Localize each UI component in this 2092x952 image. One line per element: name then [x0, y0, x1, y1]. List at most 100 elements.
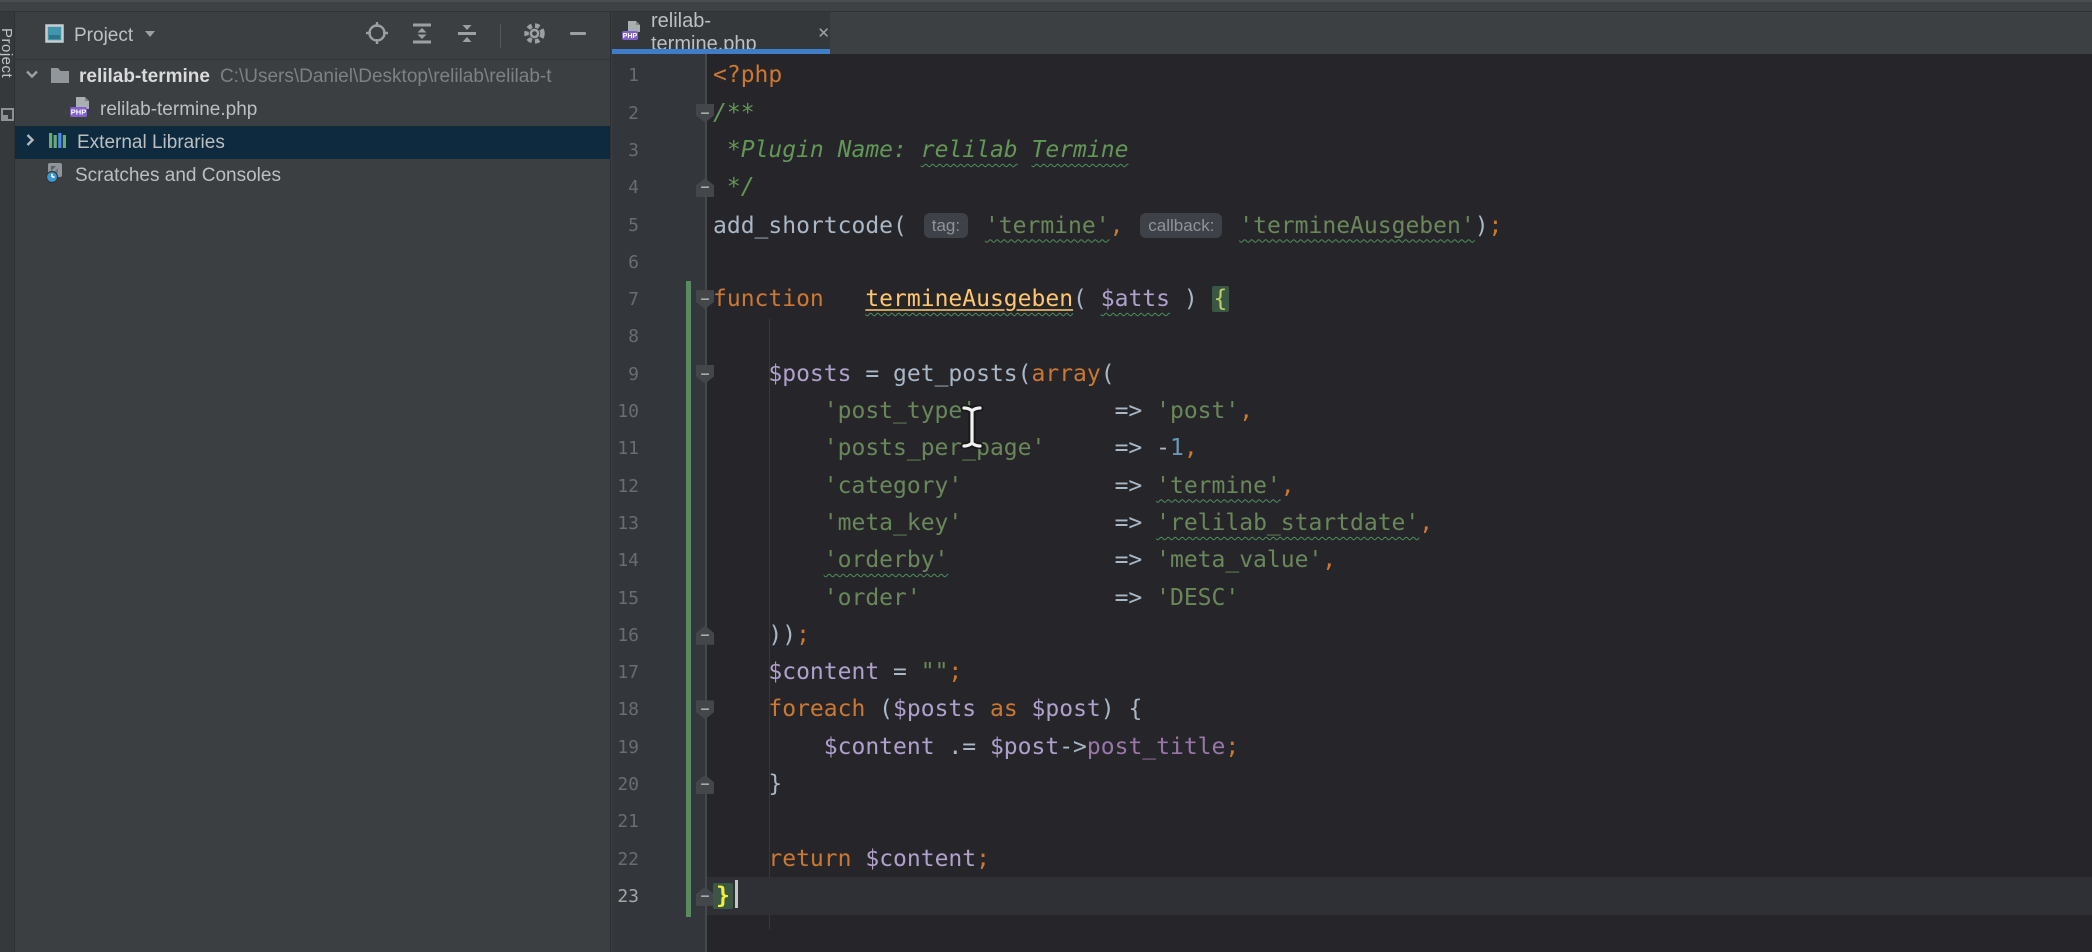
line-number[interactable]: 14 [612, 542, 639, 579]
line-number[interactable]: 12 [612, 468, 639, 505]
chevron-down-icon[interactable] [142, 25, 158, 46]
chevron-expanded-icon[interactable] [21, 63, 43, 91]
line-number[interactable]: 23 [612, 878, 639, 915]
code-text: 'category' => 'termine', [713, 468, 1295, 505]
code-text: <?php [713, 57, 782, 94]
fold-start-marker[interactable]: – [696, 700, 714, 719]
project-panel: Project [15, 12, 611, 952]
line-number[interactable]: 4 [612, 169, 639, 206]
code-line[interactable]: 22 return $content; [612, 841, 2092, 878]
project-panel-title[interactable]: Project [74, 25, 133, 47]
svg-text:PHP: PHP [623, 33, 638, 40]
expand-all-icon[interactable] [410, 21, 434, 50]
parameter-hint: callback: [1140, 213, 1222, 238]
code-line[interactable]: 8 [612, 318, 2092, 355]
line-number[interactable]: 1 [612, 57, 639, 94]
tree-item-label: Scratches and Consoles [75, 165, 281, 187]
fold-end-marker[interactable]: – [696, 775, 714, 794]
line-number[interactable]: 8 [612, 318, 639, 355]
line-number[interactable]: 19 [612, 729, 639, 766]
code-line[interactable]: 2–/** [612, 95, 2092, 132]
code-line[interactable]: 18 – foreach ($posts as $post) { [612, 691, 2092, 728]
code-text: 'meta_key' => 'relilab_startdate', [713, 505, 1433, 542]
line-number[interactable]: 5 [612, 207, 639, 244]
tool-window-icon [45, 24, 64, 48]
chevron-collapsed-icon[interactable] [19, 129, 41, 157]
code-line[interactable]: 4 – */ [612, 169, 2092, 206]
settings-gear-icon[interactable] [522, 21, 547, 51]
line-number[interactable]: 2 [612, 95, 639, 132]
code-line[interactable]: 23 –} [612, 878, 2092, 915]
fold-start-marker[interactable]: – [696, 104, 714, 123]
parameter-hint: tag: [924, 213, 968, 238]
fold-start-marker[interactable]: – [696, 290, 714, 309]
code-line[interactable]: 10 'post_type' => 'post', [612, 393, 2092, 430]
hide-panel-icon[interactable] [568, 23, 588, 48]
project-panel-header: Project [15, 12, 610, 60]
fold-end-marker[interactable]: – [696, 626, 714, 645]
code-line[interactable]: 5 add_shortcode( tag: 'termine', callback… [612, 207, 2092, 244]
tree-item-label: External Libraries [77, 132, 225, 154]
code-text: $content = ""; [713, 654, 962, 691]
code-line[interactable]: 9– $posts = get_posts(array( [612, 356, 2092, 393]
code-line[interactable]: 20 – } [612, 766, 2092, 803]
tree-item-php-file[interactable]: PHP relilab-termine.php [15, 93, 610, 126]
line-number[interactable]: 18 [612, 691, 639, 728]
toolbar-divider [500, 24, 501, 48]
code-text: */ [713, 169, 755, 206]
code-text: foreach ($posts as $post) { [713, 691, 1142, 728]
code-line[interactable]: 21 [612, 803, 2092, 840]
editor-area: PHP relilab-termine.php ✕ 1<?php2–/**3 *… [612, 12, 2092, 952]
scratches-icon [44, 161, 67, 190]
line-number[interactable]: 13 [612, 505, 639, 542]
code-text: add_shortcode( tag: 'termine', callback:… [713, 207, 1502, 245]
code-line[interactable]: 13 'meta_key' => 'relilab_startdate', [612, 505, 2092, 542]
editor-tab-bar: PHP relilab-termine.php ✕ [612, 12, 2092, 54]
line-number[interactable]: 17 [612, 654, 639, 691]
code-line[interactable]: 14 'orderby' => 'meta_value', [612, 542, 2092, 579]
line-number[interactable]: 21 [612, 803, 639, 840]
code-text: } [713, 766, 782, 803]
tree-item-external-libraries[interactable]: External Libraries [15, 126, 610, 159]
locate-icon[interactable] [365, 21, 389, 50]
code-line[interactable]: 12 'category' => 'termine', [612, 468, 2092, 505]
tree-item-project-root[interactable]: relilab-termine C:\Users\Daniel\Desktop\… [15, 60, 610, 93]
line-number[interactable]: 11 [612, 430, 639, 467]
fold-end-marker[interactable]: – [696, 178, 714, 197]
fold-end-marker[interactable]: – [696, 887, 714, 906]
code-line[interactable]: 11 'posts_per_page' => -1, [612, 430, 2092, 467]
svg-text:PHP: PHP [71, 107, 86, 116]
code-line[interactable]: 7–function termineAusgeben( $atts ) { [612, 281, 2092, 318]
project-tree: relilab-termine C:\Users\Daniel\Desktop\… [15, 60, 610, 192]
php-file-icon: PHP [69, 96, 92, 124]
project-tool-mini-icon[interactable] [1, 108, 14, 121]
line-number[interactable]: 15 [612, 580, 639, 617]
code-line[interactable]: 15 'order' => 'DESC' [612, 580, 2092, 617]
library-icon [48, 129, 69, 157]
tree-item-scratches[interactable]: Scratches and Consoles [15, 159, 610, 192]
line-number[interactable]: 6 [612, 244, 639, 281]
line-number[interactable]: 3 [612, 132, 639, 169]
collapse-all-icon[interactable] [455, 21, 479, 50]
line-number[interactable]: 22 [612, 841, 639, 878]
code-line[interactable]: 16– )); [612, 617, 2092, 654]
line-number[interactable]: 16 [612, 617, 639, 654]
code-line[interactable]: 3 *Plugin Name: relilab Termine [612, 132, 2092, 169]
code-line[interactable]: 1 <?php [612, 57, 2092, 94]
line-number[interactable]: 10 [612, 393, 639, 430]
code-line[interactable]: 17 $content = ""; [612, 654, 2092, 691]
editor-body[interactable]: 1<?php2–/**3 *Plugin Name: relilab Termi… [612, 54, 2092, 952]
project-stripe-button[interactable]: Project [0, 28, 15, 78]
code-text: } [713, 878, 738, 915]
line-number[interactable]: 9 [612, 356, 639, 393]
close-icon[interactable]: ✕ [817, 24, 830, 42]
line-number[interactable]: 7 [612, 281, 639, 318]
tab-relilab-termine-php[interactable]: PHP relilab-termine.php ✕ [612, 12, 830, 54]
fold-start-marker[interactable]: – [696, 365, 714, 384]
line-number[interactable]: 20 [612, 766, 639, 803]
php-file-icon: PHP [622, 21, 643, 46]
code-text: *Plugin Name: relilab Termine [713, 132, 1128, 169]
code-line[interactable]: 6 [612, 244, 2092, 281]
folder-icon [49, 64, 71, 90]
code-line[interactable]: 19 $content .= $post->post_title; [612, 729, 2092, 766]
